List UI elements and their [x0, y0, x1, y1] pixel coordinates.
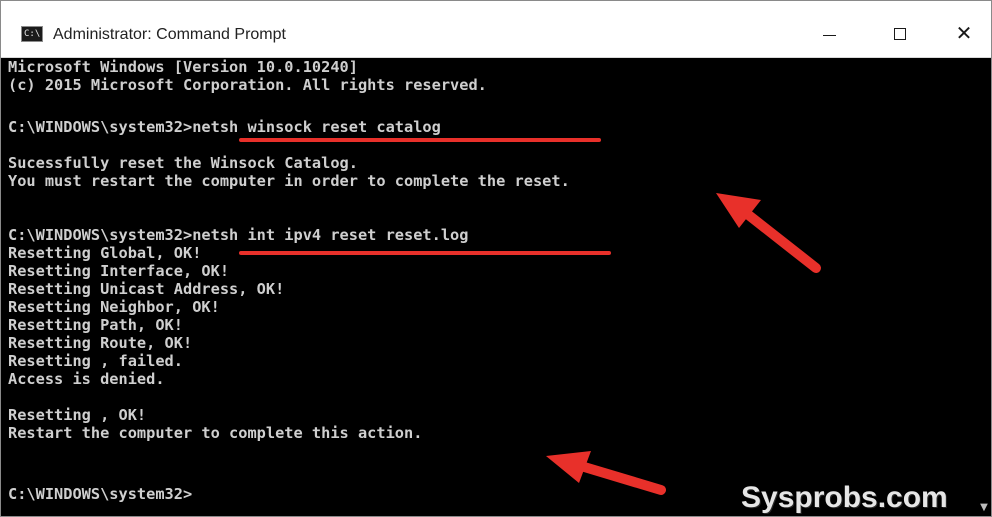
close-button[interactable]: ✕ — [936, 11, 991, 55]
maximize-icon — [894, 28, 906, 40]
scroll-down-icon[interactable]: ▼ — [977, 501, 991, 515]
minimize-icon — [823, 35, 836, 36]
command-prompt-window: C:\ Administrator: Command Prompt ✕ Micr… — [0, 0, 992, 517]
title-bar[interactable]: C:\ Administrator: Command Prompt ✕ — [1, 1, 991, 58]
close-icon: ✕ — [955, 21, 973, 45]
arrow-left — [546, 451, 666, 495]
annotation-arrows — [546, 193, 821, 495]
minimize-button[interactable] — [801, 11, 857, 55]
maximize-button[interactable] — [873, 11, 929, 55]
cmd-icon[interactable]: C:\ — [21, 26, 43, 42]
cmd-icon-glyph: C:\ — [24, 29, 41, 39]
console-output[interactable]: Microsoft Windows [Version 10.0.10240] (… — [1, 58, 991, 516]
watermark: Sysprobs.com — [741, 481, 948, 514]
window-title: Administrator: Command Prompt — [53, 26, 286, 43]
arrow-up-left — [716, 193, 821, 273]
